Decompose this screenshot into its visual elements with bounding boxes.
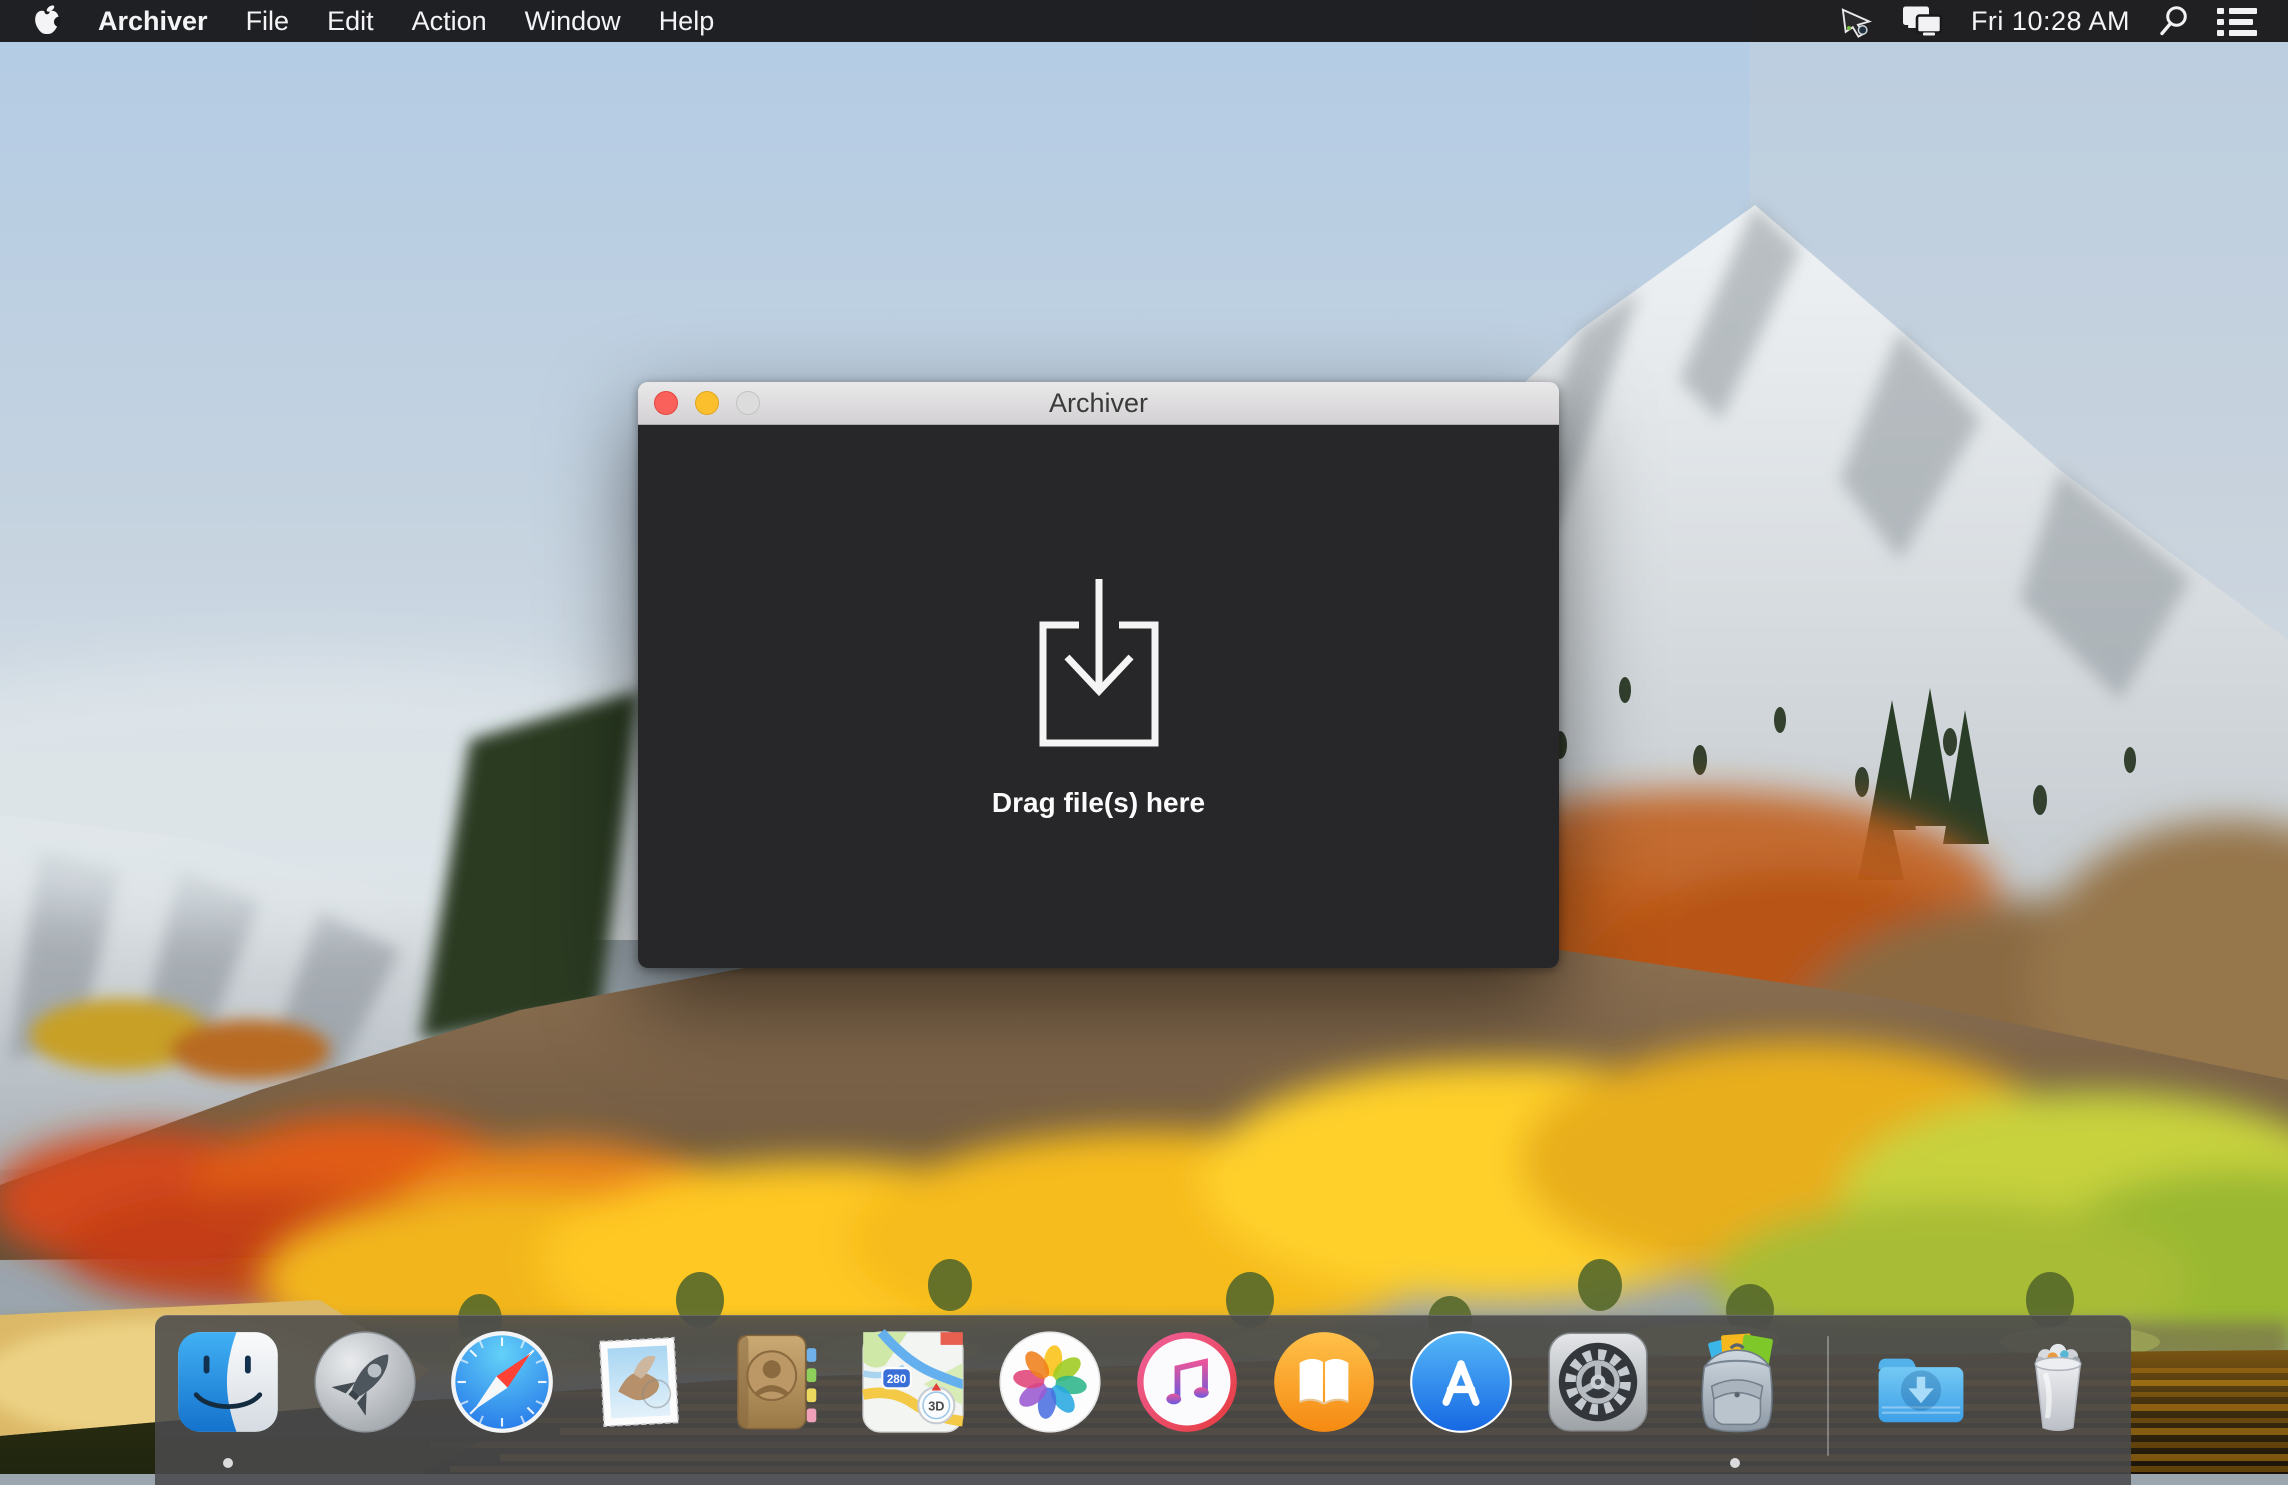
notification-center-icon[interactable] (2217, 5, 2258, 38)
system-preferences-icon (1545, 1329, 1651, 1435)
maps-icon: 280 3D (860, 1329, 966, 1435)
dock-item-archiver[interactable] (1682, 1329, 1788, 1435)
traffic-lights (654, 382, 760, 424)
photos-icon (997, 1329, 1103, 1435)
apple-logo-icon (34, 5, 60, 37)
archiver-backpack-icon (1682, 1329, 1788, 1435)
drop-files-icon (1033, 575, 1165, 747)
menu-bar: Archiver File Edit Action Window Help (0, 0, 2288, 42)
menu-clock[interactable]: Fri 10:28 AM (1971, 6, 2130, 37)
dock-item-ibooks[interactable] (1271, 1329, 1377, 1435)
spotlight-search-icon[interactable] (2158, 5, 2189, 37)
menu-action[interactable]: Action (412, 6, 487, 37)
dock: 280 3D (155, 1315, 2131, 1485)
finder-icon (175, 1329, 281, 1435)
drop-hint-label: Drag file(s) here (992, 787, 1205, 819)
zoom-button-disabled (736, 391, 760, 415)
mail-icon (586, 1329, 692, 1435)
maps-3d-label: 3D (928, 1399, 944, 1414)
launchpad-icon (312, 1329, 418, 1435)
dock-item-downloads[interactable] (1868, 1329, 1974, 1435)
dock-item-photos[interactable] (997, 1329, 1103, 1435)
downloads-folder-icon (1868, 1329, 1974, 1435)
menu-bar-status: Fri 10:28 AM (1840, 5, 2258, 38)
displays-icon[interactable] (1902, 5, 1943, 38)
drop-zone[interactable]: Drag file(s) here (638, 425, 1559, 968)
safari-icon (449, 1329, 555, 1435)
dock-item-finder[interactable] (175, 1329, 281, 1435)
dock-item-maps[interactable]: 280 3D (860, 1329, 966, 1435)
dock-item-system-preferences[interactable] (1545, 1329, 1651, 1435)
dock-separator (1827, 1336, 1829, 1456)
dock-item-app-store[interactable] (1408, 1329, 1514, 1435)
itunes-icon (1134, 1329, 1240, 1435)
close-button[interactable] (654, 391, 678, 415)
dock-item-mail[interactable] (586, 1329, 692, 1435)
window-titlebar[interactable]: Archiver (638, 382, 1559, 425)
contacts-icon (723, 1329, 829, 1435)
dock-item-safari[interactable] (449, 1329, 555, 1435)
pointer-tool-icon[interactable] (1840, 5, 1874, 38)
apple-menu[interactable] (34, 5, 60, 37)
menu-bar-left: Archiver File Edit Action Window Help (34, 5, 714, 37)
dock-item-contacts[interactable] (723, 1329, 829, 1435)
dock-item-itunes[interactable] (1134, 1329, 1240, 1435)
running-indicator (1730, 1458, 1740, 1468)
app-store-icon (1408, 1329, 1514, 1435)
archiver-window: Archiver Drag file(s) here (638, 382, 1559, 968)
ibooks-icon (1271, 1329, 1377, 1435)
trash-full-icon (2005, 1329, 2111, 1435)
minimize-button[interactable] (695, 391, 719, 415)
menu-app-name[interactable]: Archiver (98, 6, 208, 37)
dock-item-launchpad[interactable] (312, 1329, 418, 1435)
maps-shield-label: 280 (887, 1373, 906, 1386)
window-title: Archiver (1049, 388, 1148, 419)
menu-file[interactable]: File (246, 6, 290, 37)
menu-edit[interactable]: Edit (327, 6, 374, 37)
menu-window[interactable]: Window (525, 6, 621, 37)
dock-item-trash[interactable] (2005, 1329, 2111, 1435)
running-indicator (223, 1458, 233, 1468)
menu-help[interactable]: Help (659, 6, 715, 37)
